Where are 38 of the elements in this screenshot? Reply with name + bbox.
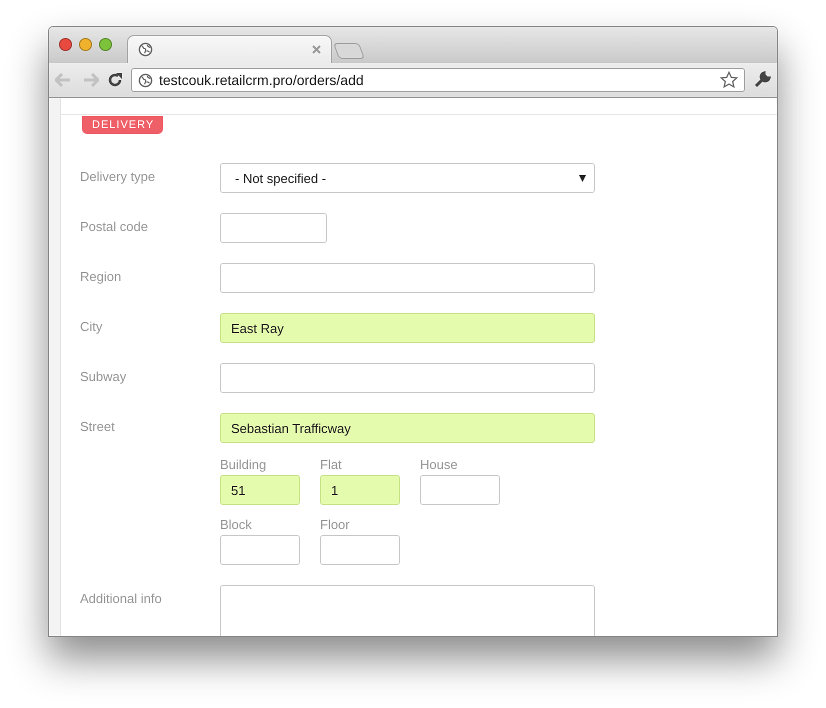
close-icon[interactable] <box>312 45 321 54</box>
field-label: Street <box>80 418 116 436</box>
dropdown-icon <box>579 174 586 182</box>
section-label: DELIVERY <box>82 116 164 134</box>
input-field[interactable]: 51 <box>220 475 300 505</box>
address-bar[interactable]: testcouk.retailcrm.pro/orders/add <box>131 68 745 92</box>
field-label: Flat <box>320 457 343 472</box>
field-label: Region <box>80 268 122 286</box>
input-field[interactable] <box>220 363 595 393</box>
star-icon[interactable] <box>720 71 738 89</box>
field-label: Additional info <box>80 590 163 608</box>
delivery-type-select[interactable]: - Not specified - <box>220 163 595 193</box>
input-field[interactable] <box>420 475 500 505</box>
browser-tab[interactable] <box>127 35 332 63</box>
reload-icon[interactable] <box>107 72 123 88</box>
globe-icon <box>138 72 153 88</box>
input-field[interactable]: East Ray <box>220 313 595 343</box>
field-label: House <box>420 457 459 472</box>
minimize-button[interactable] <box>79 38 92 51</box>
globe-icon <box>138 42 153 57</box>
zoom-button[interactable] <box>99 38 112 51</box>
input-field[interactable] <box>220 213 327 243</box>
textarea-field[interactable] <box>220 585 595 636</box>
field-label: Subway <box>80 368 128 386</box>
input-field[interactable] <box>320 535 400 565</box>
new-tab-button[interactable] <box>333 43 365 59</box>
field-label: Postal code <box>80 218 149 236</box>
field-label: Block <box>220 517 253 532</box>
field-label: City <box>80 318 104 336</box>
field-label: Building <box>220 457 268 472</box>
field-label: Floor <box>320 517 351 532</box>
input-field[interactable] <box>220 263 595 293</box>
close-button[interactable] <box>59 38 72 51</box>
input-field[interactable] <box>220 535 300 565</box>
field-label: Delivery type <box>80 168 156 186</box>
input-field[interactable]: Sebastian Trafficway <box>220 413 595 443</box>
wrench-icon[interactable] <box>753 71 771 89</box>
input-field[interactable]: 1 <box>320 475 400 505</box>
